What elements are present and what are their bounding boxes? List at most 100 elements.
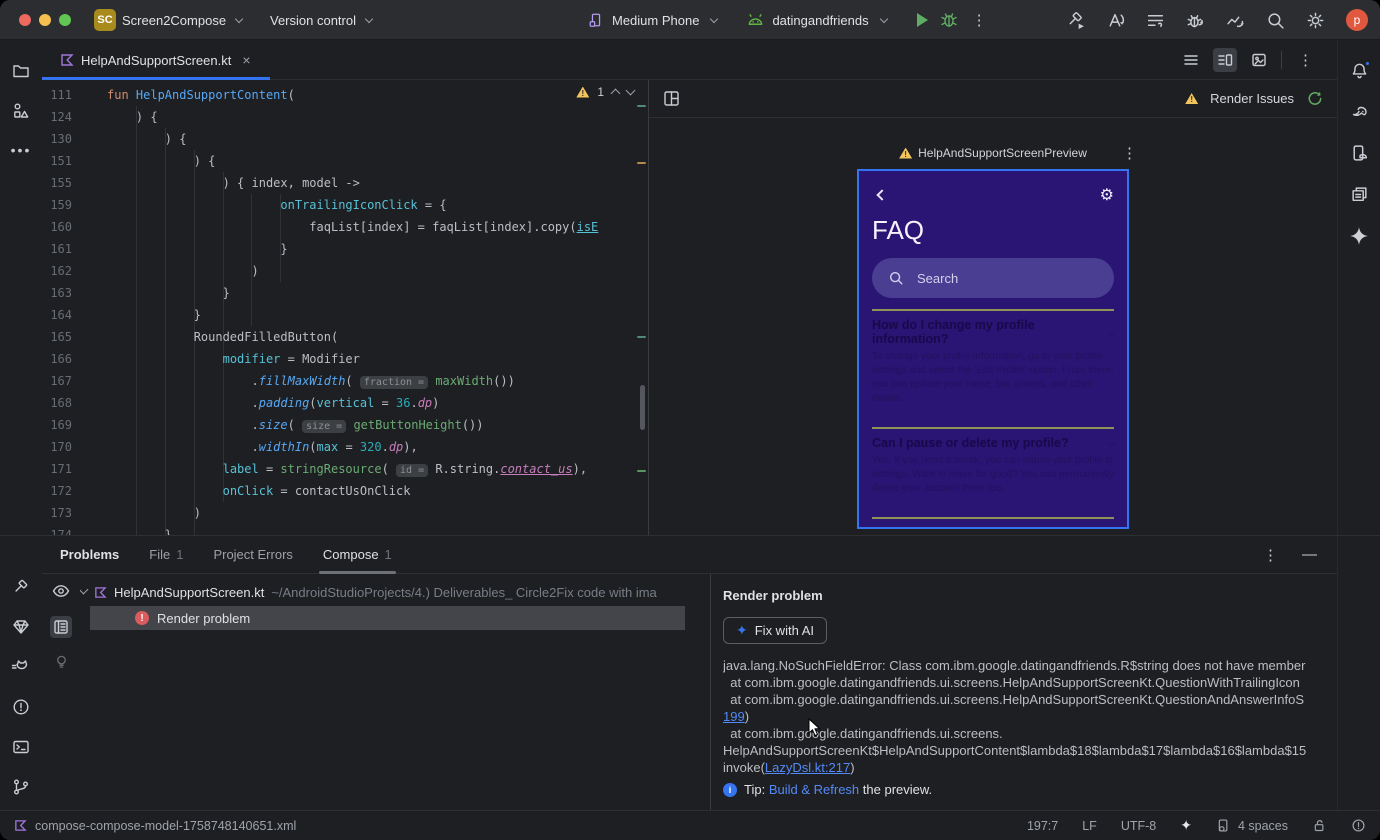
unlocked-icon[interactable] xyxy=(1312,818,1327,833)
warning-icon: ! xyxy=(576,86,590,98)
settings-gear-icon: ⚙ xyxy=(1099,187,1114,204)
compose-preview-frame[interactable]: ⚙ FAQ Search How do I change my profile … xyxy=(857,169,1129,529)
device-selector[interactable]: Medium Phone xyxy=(612,13,699,28)
build-refresh-link[interactable]: Build & Refresh xyxy=(769,782,859,797)
project-widget[interactable]: SC Screen2Compose xyxy=(94,0,244,40)
task-list-icon[interactable] xyxy=(1146,11,1165,30)
code-line[interactable]: 171 label = stringResource( id = R.string… xyxy=(42,458,648,480)
code-line[interactable]: 164} xyxy=(42,304,648,326)
preview-options-icon[interactable]: ⋮ xyxy=(1116,144,1143,162)
tab-file[interactable]: File 1 xyxy=(149,536,183,574)
preview-name[interactable]: HelpAndSupportScreenPreview xyxy=(918,146,1087,160)
editor-scrollbar[interactable] xyxy=(640,385,645,430)
tab-compose[interactable]: Compose 1 xyxy=(318,536,396,574)
fix-with-ai-button[interactable]: ✦ Fix with AI xyxy=(723,617,827,644)
tab-project-errors[interactable]: Project Errors xyxy=(213,536,292,574)
project-tool-icon[interactable] xyxy=(12,62,30,80)
code-line[interactable]: 159 onTrailingIconClick = { xyxy=(42,194,648,216)
code-line[interactable]: 167 .fillMaxWidth( fraction = maxWidth()) xyxy=(42,370,648,392)
code-line[interactable]: 124) { xyxy=(42,106,648,128)
code-editor[interactable]: 111 fun HelpAndSupportContent(124) {130) … xyxy=(42,80,648,535)
code-line[interactable]: 166 modifier = Modifier xyxy=(42,348,648,370)
code-line[interactable]: 165 RoundedFilledButton( xyxy=(42,326,648,348)
zoom-window-button[interactable] xyxy=(59,14,71,26)
problems-file-node[interactable]: HelpAndSupportScreen.kt ~/AndroidStudioP… xyxy=(80,580,710,604)
build-icon[interactable] xyxy=(1066,11,1085,30)
render-issues-label[interactable]: Render Issues xyxy=(1210,91,1294,106)
refresh-icon[interactable] xyxy=(1306,90,1323,107)
code-line[interactable]: 155) { index, model -> xyxy=(42,172,648,194)
code-line[interactable]: 130) { xyxy=(42,128,648,150)
profile-debug-icon[interactable] xyxy=(1186,11,1205,30)
code-line[interactable]: 168 .padding(vertical = 36.dp) xyxy=(42,392,648,414)
stack-trace-link[interactable]: LazyDsl.kt:217 xyxy=(765,760,850,775)
chevron-down-icon xyxy=(710,14,719,23)
split-view-icon[interactable] xyxy=(1213,48,1237,72)
resource-manager-icon[interactable] xyxy=(12,102,30,120)
indent-widget[interactable]: 4 spaces xyxy=(1216,818,1288,833)
file-encoding[interactable]: UTF-8 xyxy=(1121,819,1156,833)
close-tab-icon[interactable]: × xyxy=(242,52,250,68)
notifications-bell-icon[interactable] xyxy=(1350,60,1371,81)
caret-position[interactable]: 197:7 xyxy=(1027,819,1058,833)
device-manager-icon[interactable] xyxy=(1350,144,1369,163)
ai-status-icon[interactable]: ✦ xyxy=(1180,817,1192,834)
code-line[interactable]: 160 faqList[index] = faqList[index].copy(… xyxy=(42,216,648,238)
error-icon: ! xyxy=(135,611,149,625)
vcs-widget[interactable]: Version control xyxy=(270,0,374,40)
problem-row-selected[interactable]: ! Render problem xyxy=(90,606,685,630)
more-run-options-button[interactable]: ⋮ xyxy=(966,11,993,29)
line-ending[interactable]: LF xyxy=(1082,819,1097,833)
code-line[interactable]: 172 onClick = contactUsOnClick xyxy=(42,480,648,502)
stack-trace-link[interactable]: 199 xyxy=(723,709,745,724)
tool-window-options-icon[interactable]: ⋮ xyxy=(1257,546,1284,564)
run-button[interactable] xyxy=(916,13,928,27)
search-icon xyxy=(889,271,903,285)
minimize-tool-window-icon[interactable]: — xyxy=(1302,546,1317,563)
minimize-window-button[interactable] xyxy=(39,14,51,26)
faq-question: How do I change my profile information? xyxy=(872,318,1116,346)
tool-window-title[interactable]: Problems xyxy=(60,547,119,562)
warning-icon: ! xyxy=(1185,93,1199,104)
profiler-icon[interactable] xyxy=(1226,11,1245,30)
more-tool-windows-icon[interactable]: ••• xyxy=(11,142,32,158)
settings-gear-icon[interactable] xyxy=(1306,11,1325,30)
device-icon xyxy=(589,13,601,27)
editor-options-icon[interactable]: ⋮ xyxy=(1292,51,1319,69)
build-variants-icon[interactable] xyxy=(1350,185,1369,204)
code-line[interactable]: 161} xyxy=(42,238,648,260)
code-line[interactable]: 111 fun HelpAndSupportContent( xyxy=(42,84,648,106)
ai-rename-icon[interactable] xyxy=(1106,11,1125,30)
debug-button[interactable] xyxy=(940,11,958,29)
close-window-button[interactable] xyxy=(19,14,31,26)
code-line[interactable]: 173) xyxy=(42,502,648,524)
next-warning-icon[interactable] xyxy=(625,85,636,96)
preview-layout-icon[interactable] xyxy=(663,90,680,107)
highlight-level-icon[interactable] xyxy=(1351,818,1366,833)
faq-question: How do I block or report someone? xyxy=(872,526,1114,527)
previous-warning-icon[interactable] xyxy=(610,88,621,99)
code-line[interactable]: 162) xyxy=(42,260,648,282)
code-line[interactable]: 174} xyxy=(42,524,648,535)
run-configuration-selector[interactable]: datingandfriends xyxy=(772,13,868,28)
user-avatar[interactable]: p xyxy=(1346,9,1368,31)
inspection-widget[interactable]: ! 1 xyxy=(576,85,636,99)
kotlin-file-icon xyxy=(61,54,74,66)
gemini-ai-icon[interactable] xyxy=(1349,226,1369,246)
preview-problem-icon[interactable] xyxy=(52,582,70,600)
kotlin-file-icon xyxy=(95,586,107,598)
expand-chevron-icon[interactable] xyxy=(80,584,89,595)
code-line[interactable]: 163} xyxy=(42,282,648,304)
code-line[interactable]: 169 .size( size = getButtonHeight()) xyxy=(42,414,648,436)
code-line[interactable]: 151) { xyxy=(42,150,648,172)
problem-details-title: Render problem xyxy=(723,588,823,603)
design-view-icon[interactable] xyxy=(1247,48,1271,72)
editor-tab[interactable]: HelpAndSupportScreen.kt × xyxy=(42,40,270,80)
search-icon[interactable] xyxy=(1266,11,1285,30)
quick-fix-bulb-icon[interactable] xyxy=(54,654,69,669)
gradle-tool-icon[interactable] xyxy=(1350,103,1369,122)
open-details-icon[interactable] xyxy=(50,616,72,638)
code-view-icon[interactable] xyxy=(1179,48,1203,72)
code-line[interactable]: 170 .widthIn(max = 320.dp), xyxy=(42,436,648,458)
problems-tool-window: Problems File 1 Project Errors Compose 1 ⋮ —… xyxy=(0,535,1380,811)
